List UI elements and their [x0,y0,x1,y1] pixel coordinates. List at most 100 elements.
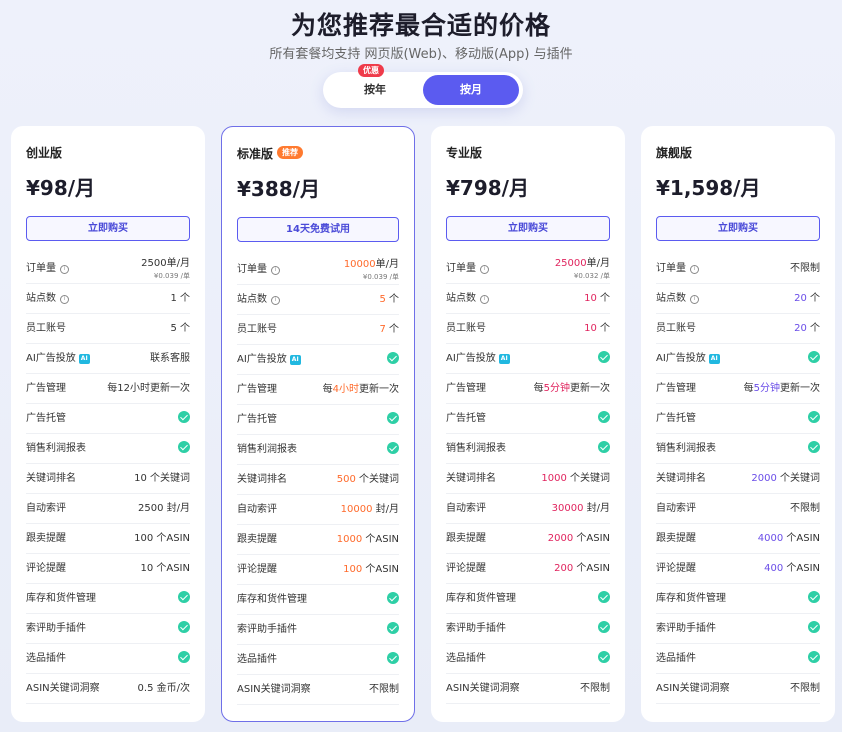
feature-label: ASIN关键词洞察 [26,683,100,694]
info-icon[interactable]: i [60,265,69,274]
feature-value-unit: 个 [596,323,610,334]
feature-value: 不限制 [790,263,820,274]
feature-list: 订单量 i 25000单/月 ¥0.032 /单 站点数 i 10 个 员工账号 10… [446,254,610,704]
free-trial-button[interactable]: 14天免费试用 [237,217,399,242]
billing-monthly-option[interactable]: 按月 [423,75,519,105]
feature-row-ai-ads: AI广告投放 AI [237,345,399,375]
feature-label: 自动索评 [446,503,486,514]
feature-label: 库存和货件管理 [237,594,307,605]
check-icon [808,621,820,633]
feature-subvalue: ¥0.039 /单 [362,273,399,281]
feature-label: 跟卖提醒 [446,533,486,544]
feature-row-select-plugin: 选品插件 [26,644,190,674]
feature-row-orders: 订单量 i 2500单/月 ¥0.039 /单 [26,254,190,284]
feature-row-review-plugin: 索评助手插件 [26,614,190,644]
feature-value-highlight: 10000 [340,504,373,515]
check-icon [808,441,820,453]
check-icon [178,441,190,453]
feature-row-sites: 站点数 i 5 个 [237,285,399,315]
feature-value-highlight: 5分钟 [753,383,780,394]
feature-label: 评论提醒 [656,563,696,574]
feature-row-select-plugin: 选品插件 [656,644,820,674]
buy-button[interactable]: 立即购买 [26,216,190,241]
check-icon [387,652,399,664]
feature-label: 跟卖提醒 [26,533,66,544]
check-icon [808,651,820,663]
feature-label: 自动索评 [26,503,66,514]
feature-row-sites: 站点数 i 10 个 [446,284,610,314]
feature-label: 关键词排名 [237,474,287,485]
feature-label: 广告管理 [26,383,66,394]
feature-label: 员工账号 [446,323,486,334]
info-icon[interactable]: i [271,296,280,305]
feature-label: 库存和货件管理 [26,593,96,604]
feature-subvalue: ¥0.039 /单 [153,272,190,280]
feature-label: 跟卖提醒 [237,534,277,545]
info-icon[interactable]: i [271,266,280,275]
feature-value-unit: 个 [596,293,610,304]
ai-badge-icon: AI [498,354,510,364]
billing-toggle: 按年 按月 [323,72,523,108]
feature-value-highlight: 25000 [554,258,587,269]
feature-label: 广告管理 [237,384,277,395]
feature-label: 销售利润报表 [26,443,86,454]
feature-label: 选品插件 [237,654,277,665]
buy-button[interactable]: 立即购买 [446,216,610,241]
feature-label: AI广告投放 [656,353,706,364]
feature-value-highlight: 500 [336,474,356,485]
info-icon[interactable]: i [60,295,69,304]
feature-label: 广告托管 [446,413,486,424]
feature-value-unit: 封/月 [372,504,399,515]
feature-value-suffix: 更新一次 [359,384,399,395]
check-icon [808,351,820,363]
check-icon [178,411,190,423]
check-icon [598,351,610,363]
info-icon[interactable]: i [480,265,489,274]
feature-value-highlight: 100 [343,564,363,575]
billing-yearly-option[interactable]: 按年 [327,75,423,105]
feature-label: 销售利润报表 [656,443,716,454]
feature-value-highlight: 200 [554,563,574,574]
feature-value-unit: 个 [806,323,820,334]
feature-value-unit: 个ASIN [573,533,610,544]
info-icon[interactable]: i [480,295,489,304]
plan-price: ¥98/月 [26,176,96,200]
feature-row-sites: 站点数 i 1 个 [26,284,190,314]
feature-label: 站点数 [237,294,267,305]
feature-row-select-plugin: 选品插件 [446,644,610,674]
buy-button[interactable]: 立即购买 [656,216,820,241]
ai-badge-icon: AI [78,354,90,364]
feature-value-unit: 个关键词 [776,473,820,484]
check-icon [178,651,190,663]
feature-value: 不限制 [580,683,610,694]
feature-label: 员工账号 [26,323,66,334]
feature-row-ad-manage: 广告管理 每5分钟更新一次 [446,374,610,404]
plan-card-flagship: 旗舰版 ¥1,598/月 立即购买 订单量 i 不限制 站点数 i 20 个 员工账… [641,126,835,722]
feature-row-ad-manage: 广告管理 每4小时更新一次 [237,375,399,405]
info-icon[interactable]: i [690,295,699,304]
feature-label: ASIN关键词洞察 [446,683,520,694]
feature-value: 5 个 [170,323,190,334]
feature-label: 库存和货件管理 [446,593,516,604]
info-icon[interactable]: i [690,265,699,274]
feature-row-asin-kw: ASIN关键词洞察 不限制 [446,674,610,704]
feature-row-staff: 员工账号 20 个 [656,314,820,344]
feature-row-staff: 员工账号 10 个 [446,314,610,344]
feature-value-unit: 个 [806,293,820,304]
feature-value-highlight: 10 [584,293,597,304]
feature-list: 订单量 i 不限制 站点数 i 20 个 员工账号 20 个 AI广告投放 AI 广告… [656,254,820,704]
feature-row-review-alert: 评论提醒 200 个ASIN [446,554,610,584]
feature-label: 广告托管 [656,413,696,424]
feature-label: 站点数 [656,293,686,304]
feature-value-highlight: 4小时 [332,384,359,395]
page-title: 为您推荐最合适的价格 [290,11,551,40]
feature-row-asin-kw: ASIN关键词洞察 0.5 金币/次 [26,674,190,704]
feature-row-select-plugin: 选品插件 [237,645,399,675]
feature-value-unit: 个ASIN [783,533,820,544]
feature-row-ai-ads: AI广告投放 AI [446,344,610,374]
feature-row-ai-ads: AI广告投放 AI 联系客服 [26,344,190,374]
plan-name: 旗舰版 [656,146,693,160]
check-icon [598,621,610,633]
feature-row-ad-hosting: 广告托管 [26,404,190,434]
feature-row-review-alert: 评论提醒 100 个ASIN [237,555,399,585]
